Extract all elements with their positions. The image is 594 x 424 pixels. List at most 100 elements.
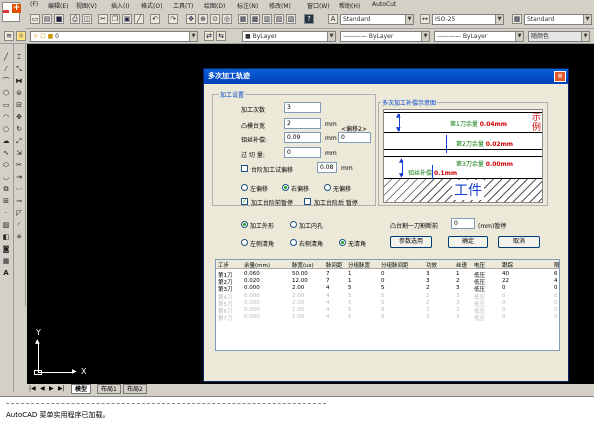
point-icon[interactable]: · xyxy=(1,208,11,218)
menu-item[interactable]: (F) xyxy=(30,1,38,8)
shape-inner-radio[interactable] xyxy=(290,221,297,228)
tab-nav-last-icon[interactable]: ▶| xyxy=(58,385,65,392)
fillet-icon[interactable]: ◜ xyxy=(14,220,24,230)
line-icon[interactable]: ╱ xyxy=(1,52,11,62)
help-icon[interactable]: ? xyxy=(304,14,314,24)
table-row[interactable]: 第1刀 0.060 50.00 7 1 0 3 1 低压 40 6 xyxy=(216,271,559,279)
redo-icon[interactable]: ↷ xyxy=(168,14,178,24)
design-center-icon[interactable]: ▩ xyxy=(250,14,260,24)
menu-item[interactable]: AutoCut xyxy=(372,1,396,8)
offset-left-radio[interactable] xyxy=(241,184,248,191)
pause-after-checkbox[interactable] xyxy=(304,198,311,205)
pause-input[interactable]: 0 xyxy=(451,218,475,229)
overcut-input[interactable]: 0 xyxy=(284,147,321,158)
menu-item[interactable]: 插入(I) xyxy=(111,1,129,10)
erase-icon[interactable]: ⌶ xyxy=(14,52,24,62)
menu-item[interactable]: 编辑(E) xyxy=(48,1,68,10)
rotate-icon[interactable]: ↻ xyxy=(14,124,24,134)
corner-none-radio[interactable] xyxy=(339,239,346,246)
cancel-button[interactable]: 取消 xyxy=(498,236,540,248)
close-button[interactable]: × xyxy=(554,71,566,82)
markup-icon[interactable]: ▨ xyxy=(274,14,284,24)
tab-layout1[interactable]: 布局1 xyxy=(97,384,121,394)
zoom-realtime-icon[interactable]: ⊕ xyxy=(198,14,208,24)
text-style-select[interactable]: Standard ▼ xyxy=(340,14,414,25)
menu-item[interactable]: 工具(T) xyxy=(173,1,193,10)
tab-nav-prev-icon[interactable]: ◀ xyxy=(40,385,45,392)
ok-button[interactable]: 确定 xyxy=(448,236,488,248)
ellipse-icon[interactable]: ⬭ xyxy=(1,160,11,170)
table-style-select[interactable]: Standard ▼ xyxy=(524,14,592,25)
dim-style-select[interactable]: ISO-25 ▼ xyxy=(432,14,504,25)
arc-icon[interactable]: ◠ xyxy=(1,112,11,122)
cut-icon[interactable]: ✂ xyxy=(98,14,108,24)
join-icon[interactable]: ⊸ xyxy=(14,196,24,206)
tab-nav-first-icon[interactable]: |◀ xyxy=(29,385,36,392)
offset-right-radio[interactable] xyxy=(282,184,289,191)
layer-select[interactable]: ☼ ☐ ■ 0 ▼ xyxy=(30,31,198,42)
calc-icon[interactable]: ▧ xyxy=(286,14,296,24)
menu-item[interactable]: 绘图(D) xyxy=(204,1,225,10)
make-block-icon[interactable]: ⊞ xyxy=(1,196,11,206)
polyline-icon[interactable]: ⌒ xyxy=(1,76,11,86)
shape-outer-radio[interactable] xyxy=(241,221,248,228)
corner-right-radio[interactable] xyxy=(290,239,297,246)
layer-manager-icon[interactable]: ≋ xyxy=(4,31,14,41)
offset-icon[interactable]: ⊜ xyxy=(14,88,24,98)
array-icon[interactable]: ⊟ xyxy=(14,100,24,110)
mtext-icon[interactable]: A xyxy=(1,268,11,278)
trim-icon[interactable]: ✂ xyxy=(14,160,24,170)
spline-icon[interactable]: ∿ xyxy=(1,148,11,158)
make-current-icon[interactable]: ⇄ xyxy=(204,31,214,41)
properties-icon[interactable]: ▦ xyxy=(238,14,248,24)
ellipse-arc-icon[interactable]: ◡ xyxy=(1,172,11,182)
menu-item[interactable]: 标注(N) xyxy=(237,1,258,10)
zoom-previous-icon[interactable]: ◎ xyxy=(222,14,232,24)
tab-layout2[interactable]: 布局2 xyxy=(123,384,147,394)
undo-icon[interactable]: ↶ xyxy=(150,14,160,24)
break-icon[interactable]: ⋯ xyxy=(14,184,24,194)
palettes-icon[interactable]: ▥ xyxy=(262,14,272,24)
circle-icon[interactable]: ○ xyxy=(1,124,11,134)
table-row[interactable]: 第5刀 0.000 2.00 4 5 5 2 3 低压 0 0 xyxy=(216,300,559,308)
match-icon[interactable]: ╱ xyxy=(134,14,144,24)
table-row[interactable]: 第2刀 0.020 12.00 7 1 0 3 2 低压 22 4 xyxy=(216,278,559,286)
region-icon[interactable]: ◙ xyxy=(1,244,11,254)
menu-item[interactable]: 修改(M) xyxy=(269,1,291,10)
move-icon[interactable]: ✥ xyxy=(14,112,24,122)
copy-icon[interactable]: ❐ xyxy=(110,14,120,24)
preview-icon[interactable]: ◫ xyxy=(82,14,92,24)
color-select[interactable]: ■ ByLayer ▼ xyxy=(242,31,336,42)
revcloud-icon[interactable]: ☁ xyxy=(1,136,11,146)
params-table[interactable]: 工步 余量(mm) 脉宽(us) 脉间距 分组脉宽 分组脉间距 功放 丝速 电压 跟踪限第1刀 0.… xyxy=(215,259,560,351)
mirror-icon[interactable]: ⧓ xyxy=(14,76,24,86)
scale-icon[interactable]: ⤢ xyxy=(14,136,24,146)
table-row[interactable]: 第7刀 0.000 2.00 4 5 5 2 3 低压 0 0 xyxy=(216,314,559,322)
layer-state-icon[interactable]: ☼ xyxy=(16,31,26,41)
params-button[interactable]: 参数选用 xyxy=(390,236,432,248)
menu-item[interactable]: 视图(V) xyxy=(76,1,97,10)
plotstyle-select[interactable]: 随颜色 ▼ xyxy=(528,31,590,42)
times-input[interactable]: 3 xyxy=(284,102,321,113)
linetype-select[interactable]: ———— ByLayer ▼ xyxy=(340,31,430,42)
open-file-icon[interactable]: ▤ xyxy=(42,14,52,24)
tab-model[interactable]: 模型 xyxy=(71,384,92,394)
platform-cut-input[interactable]: 0.08 xyxy=(317,162,337,173)
save-icon[interactable]: ■ xyxy=(54,14,64,24)
extend-icon[interactable]: ⇥ xyxy=(14,172,24,182)
table-icon[interactable]: ▦ xyxy=(1,256,11,266)
app-logo[interactable]: + xyxy=(0,0,26,29)
platform-input[interactable]: 2 xyxy=(284,118,321,129)
hatch-icon[interactable]: ▨ xyxy=(1,220,11,230)
copy-object-icon[interactable]: ⤡ xyxy=(14,64,24,74)
layer-previous-icon[interactable]: ⇆ xyxy=(216,31,226,41)
command-line[interactable]: AutoCAD 菜单实用程序已加载。 xyxy=(0,396,594,424)
wire-input[interactable]: 0.09 xyxy=(284,132,321,143)
table-row[interactable]: 第4刀 0.000 2.00 4 5 5 2 3 低压 0 0 xyxy=(216,293,559,301)
stretch-icon[interactable]: ⇲ xyxy=(14,148,24,158)
print-icon[interactable]: ⎙ xyxy=(70,14,80,24)
pause-before-checkbox[interactable]: ✓ xyxy=(241,198,248,205)
offset-none-radio[interactable] xyxy=(324,184,331,191)
menu-item[interactable]: 格式(O) xyxy=(141,1,162,10)
gradient-icon[interactable]: ◧ xyxy=(1,232,11,242)
